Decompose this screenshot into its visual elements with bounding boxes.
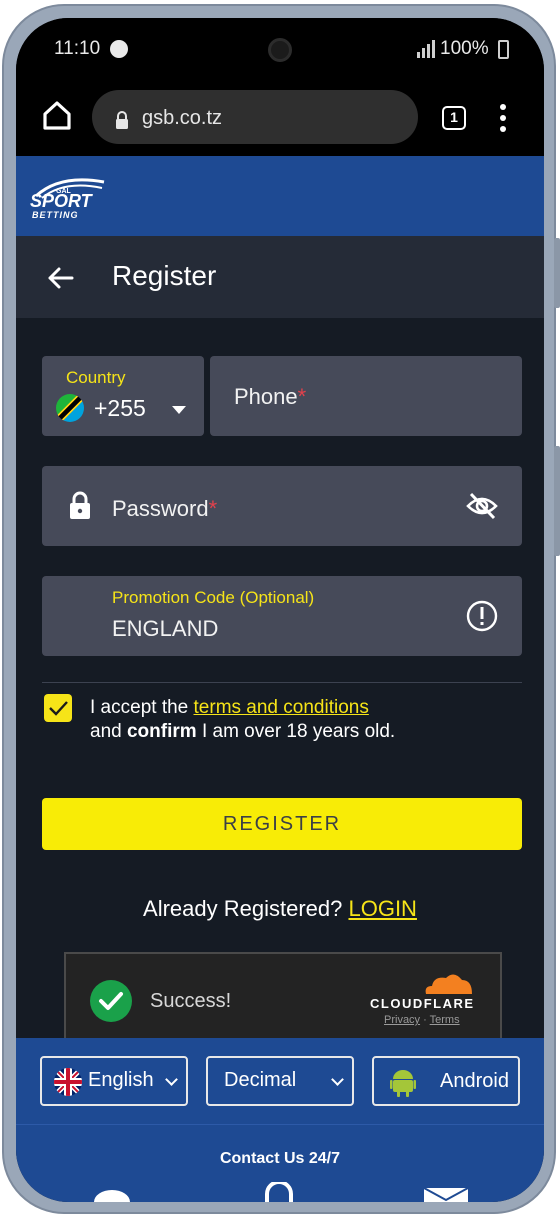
contact-us: Contact Us 24/7 (219, 1150, 341, 1167)
front-camera (268, 38, 292, 62)
register-button[interactable]: REGISTER (42, 798, 522, 850)
odds-format-select[interactable]: Decimal (206, 1056, 354, 1106)
support-icon[interactable] (264, 1182, 294, 1202)
spotify-icon (110, 40, 128, 58)
country-label: Country (66, 368, 126, 387)
footer-divider (16, 1124, 544, 1125)
promo-value: ENGLAND (112, 616, 219, 641)
country-code: +255 (94, 395, 146, 421)
captcha-status: Success! (150, 990, 232, 1012)
language-label: English (88, 1069, 154, 1091)
checkmark-icon (49, 701, 68, 716)
home-icon[interactable] (42, 100, 72, 130)
info-icon[interactable] (466, 600, 498, 632)
back-arrow-icon[interactable] (46, 266, 74, 290)
phone-field[interactable]: Phone* (210, 356, 522, 436)
padlock-icon (70, 491, 90, 519)
android-label: Android (440, 1070, 509, 1092)
logo-betting: BETTING (32, 210, 79, 220)
site-footer: English Decimal Android Contact Us 24/7 (16, 1038, 544, 1202)
site-header: GAL SPORT BETTING (16, 156, 544, 236)
signal-icon (417, 40, 435, 58)
chevron-down-icon (331, 1073, 344, 1086)
battery-icon (498, 40, 509, 59)
phone-placeholder: Phone* (234, 384, 307, 409)
cloudflare-cloud-icon (425, 974, 472, 994)
eye-off-icon[interactable] (466, 492, 498, 520)
language-select[interactable]: English (40, 1056, 188, 1106)
status-time: 11:10 (54, 38, 101, 59)
already-registered-text: Already Registered? LOGIN (143, 896, 417, 921)
android-icon (390, 1070, 416, 1097)
address-bar[interactable] (92, 90, 418, 144)
promo-code-field[interactable]: Promotion Code (Optional) ENGLAND (42, 576, 522, 656)
phone-side-button (554, 446, 560, 556)
terms-link[interactable]: terms and conditions (194, 697, 369, 718)
privacy-link[interactable]: Privacy (384, 1014, 420, 1026)
cloudflare-brand: CLOUDFLARE (370, 996, 475, 1011)
url-text[interactable]: gsb.co.tz (142, 107, 222, 130)
register-form: Country +255 Phone* Password* Promotion … (16, 318, 544, 1046)
mail-icon[interactable] (424, 1188, 468, 1202)
cloudflare-links: Privacy · Terms (384, 1014, 460, 1026)
tanzania-flag-icon (56, 394, 84, 422)
phone-side-button (554, 238, 560, 308)
promo-label: Promotion Code (Optional) (112, 588, 315, 607)
odds-format-label: Decimal (224, 1069, 297, 1091)
chevron-down-icon (165, 1073, 178, 1086)
tab-switcher-button[interactable]: 1 (442, 106, 466, 130)
lock-icon (116, 111, 128, 129)
phone-screen: 11:10 100% gsb.co.tz 1 GAL SPORT BETTING… (16, 18, 544, 1202)
password-field[interactable]: Password* (42, 466, 522, 546)
success-check-icon (90, 980, 132, 1022)
page-title: Register (112, 260, 217, 291)
terms-checkbox[interactable] (44, 694, 72, 722)
terms-text: I accept the terms and conditions and co… (90, 697, 396, 742)
divider (42, 682, 522, 683)
uk-flag-icon (54, 1068, 82, 1096)
status-bar: 11:10 100% (16, 18, 544, 84)
chat-icon[interactable] (92, 1188, 132, 1202)
password-placeholder: Password* (112, 496, 218, 521)
chevron-down-icon (172, 406, 186, 414)
phone-frame: 11:10 100% gsb.co.tz 1 GAL SPORT BETTING… (2, 4, 560, 1214)
country-select[interactable]: Country +255 (42, 356, 204, 436)
page-title-bar: Register (16, 236, 544, 318)
android-app-button[interactable]: Android (372, 1056, 520, 1106)
login-link[interactable]: LOGIN (348, 896, 416, 921)
logo-sport[interactable]: SPORT (30, 192, 92, 210)
battery-percent: 100% (440, 38, 489, 59)
cloudflare-captcha: Success! CLOUDFLARE Privacy · Terms (64, 952, 502, 1046)
terms-link-cf[interactable]: Terms (430, 1014, 460, 1026)
browser-toolbar: gsb.co.tz 1 (16, 84, 544, 156)
browser-menu-icon[interactable] (498, 104, 508, 134)
